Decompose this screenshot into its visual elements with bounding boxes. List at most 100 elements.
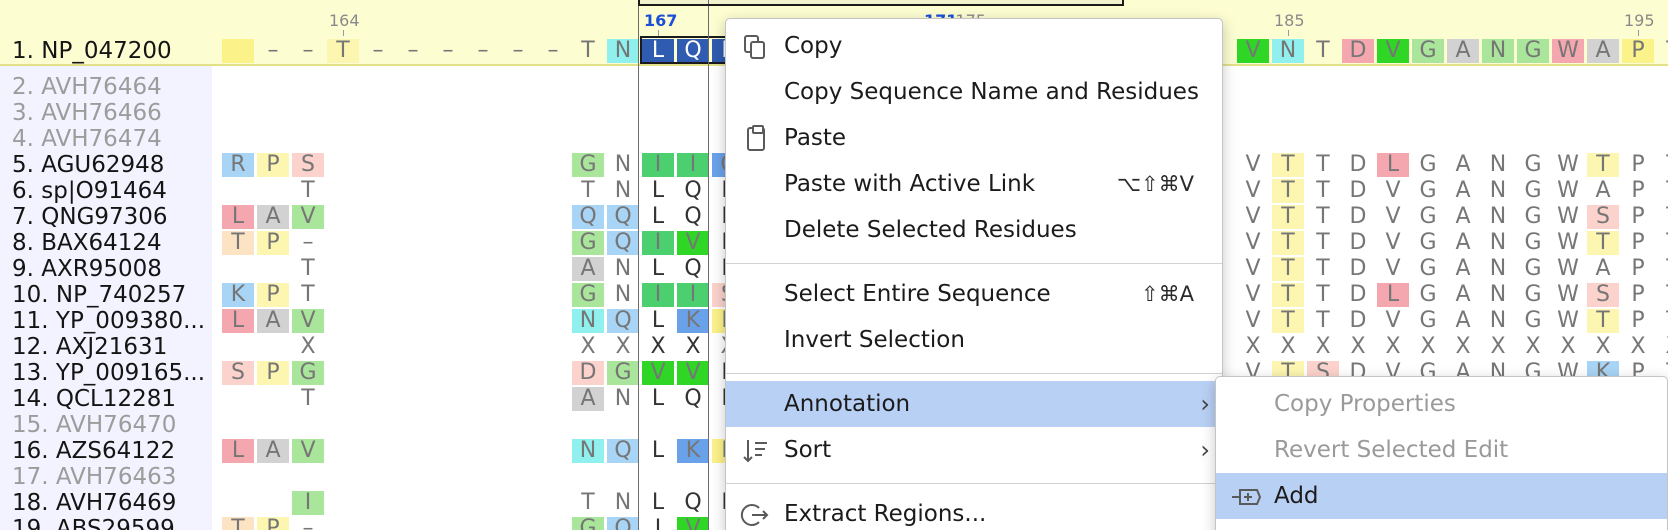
- residue-cell[interactable]: N: [607, 283, 639, 307]
- residue-cell[interactable]: G: [1412, 153, 1444, 177]
- residue-cell[interactable]: A: [1447, 39, 1479, 63]
- residue-cell[interactable]: A: [257, 309, 289, 333]
- sequence-name[interactable]: 16. AZS64122: [12, 438, 175, 464]
- residue-cell[interactable]: I: [677, 153, 709, 177]
- sequence-name[interactable]: 3. AVH76466: [12, 100, 162, 126]
- menu-item-copy[interactable]: Copy: [726, 23, 1222, 69]
- residue-cell[interactable]: X: [677, 335, 709, 359]
- residue-cell[interactable]: T: [1307, 153, 1339, 177]
- residue-cell[interactable]: –: [362, 39, 394, 63]
- residue-cell[interactable]: G: [572, 231, 604, 255]
- residue-cell[interactable]: W: [1552, 205, 1584, 229]
- residue-cell[interactable]: W: [1552, 309, 1584, 333]
- residue-cell[interactable]: T: [1657, 283, 1668, 307]
- residue-cell[interactable]: Q: [677, 387, 709, 411]
- sequence-name[interactable]: 11. YP_009380...: [12, 308, 205, 334]
- residue-cell[interactable]: A: [1587, 179, 1619, 203]
- residue-cell[interactable]: T: [1272, 231, 1304, 255]
- residue-cell[interactable]: K: [677, 309, 709, 333]
- residue-cell[interactable]: N: [1482, 231, 1514, 255]
- residue-cell[interactable]: D: [1342, 153, 1374, 177]
- menu-item-sort[interactable]: Sort ›: [726, 427, 1222, 473]
- residue-cell[interactable]: V: [1377, 257, 1409, 281]
- residue-cell[interactable]: W: [1552, 231, 1584, 255]
- residue-cell[interactable]: T: [572, 491, 604, 515]
- residue-cell[interactable]: A: [1447, 257, 1479, 281]
- residue-cell[interactable]: –: [467, 39, 499, 63]
- residue-cell[interactable]: Q: [677, 205, 709, 229]
- sequence-name[interactable]: 12. AXJ21631: [12, 334, 167, 360]
- menu-item-annotation[interactable]: Annotation ›: [726, 381, 1222, 427]
- residue-cell[interactable]: T: [1657, 231, 1668, 255]
- residue-cell[interactable]: V: [292, 205, 324, 229]
- residue-cell[interactable]: N: [607, 153, 639, 177]
- residue-cell[interactable]: P: [257, 231, 289, 255]
- residue-cell[interactable]: T: [1587, 309, 1619, 333]
- menu-item-copy-properties[interactable]: Copy Properties: [1216, 381, 1667, 427]
- residue-cell[interactable]: T: [1307, 205, 1339, 229]
- residue-cell[interactable]: N: [1482, 205, 1514, 229]
- sequence-name[interactable]: 10. NP_740257: [12, 282, 186, 308]
- residue-cell[interactable]: –: [257, 39, 289, 63]
- residue-cell[interactable]: V: [1237, 39, 1269, 63]
- residue-cell[interactable]: V: [677, 361, 709, 385]
- sequence-name[interactable]: 9. AXR95008: [12, 256, 162, 282]
- residue-cell[interactable]: Q: [607, 439, 639, 463]
- residue-cell[interactable]: G: [1517, 153, 1549, 177]
- residue-cell[interactable]: V: [1377, 309, 1409, 333]
- residue-cell[interactable]: T: [1307, 231, 1339, 255]
- residue-cell[interactable]: X: [1622, 335, 1654, 359]
- residue-cell[interactable]: A: [1587, 257, 1619, 281]
- residue-cell[interactable]: V: [1237, 179, 1269, 203]
- menu-item-invert-selection[interactable]: Invert Selection: [726, 317, 1222, 363]
- residue-cell[interactable]: T: [1657, 205, 1668, 229]
- residue-cell[interactable]: I: [642, 231, 674, 255]
- sequence-name[interactable]: 7. QNG97306: [12, 204, 168, 230]
- residue-cell[interactable]: A: [257, 439, 289, 463]
- residue-cell[interactable]: G: [1412, 205, 1444, 229]
- residue-cell[interactable]: V: [1237, 153, 1269, 177]
- residue-cell[interactable]: V: [1237, 283, 1269, 307]
- residue-cell[interactable]: X: [1587, 335, 1619, 359]
- residue-cell[interactable]: G: [1412, 39, 1444, 63]
- residue-cell[interactable]: T: [1307, 309, 1339, 333]
- residue-cell[interactable]: N: [607, 387, 639, 411]
- residue-cell[interactable]: S: [292, 153, 324, 177]
- residue-cell[interactable]: V: [1237, 309, 1269, 333]
- residue-cell[interactable]: S: [222, 361, 254, 385]
- sequence-name[interactable]: 17. AVH76463: [12, 464, 176, 490]
- residue-cell[interactable]: A: [1447, 179, 1479, 203]
- residue-cell[interactable]: I: [642, 283, 674, 307]
- residue-cell[interactable]: V: [1377, 179, 1409, 203]
- residue-cell[interactable]: D: [1342, 231, 1374, 255]
- residue-cell[interactable]: R: [222, 153, 254, 177]
- residue-cell[interactable]: X: [1237, 335, 1269, 359]
- residue-cell[interactable]: T: [1307, 283, 1339, 307]
- residue-cell[interactable]: X: [1552, 335, 1584, 359]
- residue-cell[interactable]: [222, 39, 254, 63]
- residue-cell[interactable]: X: [1657, 335, 1668, 359]
- residue-cell[interactable]: A: [257, 205, 289, 229]
- residue-cell[interactable]: T: [292, 179, 324, 203]
- residue-cell[interactable]: Q: [607, 517, 639, 530]
- residue-cell[interactable]: I: [292, 491, 324, 515]
- residue-cell[interactable]: –: [292, 517, 324, 530]
- residue-cell[interactable]: –: [537, 39, 569, 63]
- residue-cell[interactable]: D: [1342, 39, 1374, 63]
- residue-cell[interactable]: V: [642, 361, 674, 385]
- residue-cell[interactable]: Q: [607, 231, 639, 255]
- sequence-name[interactable]: 4. AVH76474: [12, 126, 162, 152]
- sequence-name[interactable]: 19. ABS29599: [12, 516, 175, 530]
- residue-cell[interactable]: G: [1412, 283, 1444, 307]
- sequence-name[interactable]: 8. BAX64124: [12, 230, 162, 256]
- residue-cell[interactable]: D: [1342, 309, 1374, 333]
- residue-cell[interactable]: T: [222, 517, 254, 530]
- residue-cell[interactable]: P: [257, 153, 289, 177]
- residue-cell[interactable]: G: [1412, 309, 1444, 333]
- residue-cell[interactable]: W: [1552, 179, 1584, 203]
- residue-cell[interactable]: G: [572, 283, 604, 307]
- residue-cell[interactable]: T: [1587, 231, 1619, 255]
- residue-cell[interactable]: T: [1272, 309, 1304, 333]
- residue-cell[interactable]: X: [1377, 335, 1409, 359]
- residue-cell[interactable]: L: [642, 387, 674, 411]
